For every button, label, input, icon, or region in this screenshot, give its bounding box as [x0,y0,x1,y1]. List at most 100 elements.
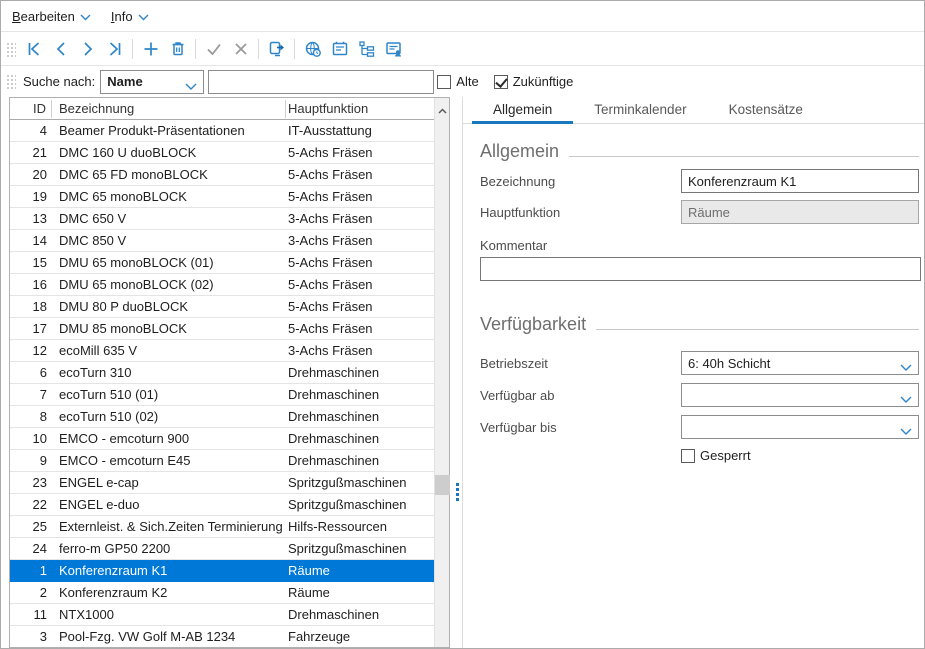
toolbar-separator [132,39,133,59]
toolbar-separator [258,39,259,59]
EMCO - emcoturn E45[interactable]: 9 EMCO - emcoturn E45 Drehmaschinen [10,450,434,472]
menu-bearbeiten[interactable]: Bearbeiten [12,9,91,24]
betriebszeit-select[interactable]: 6: 40h Schicht [681,351,919,375]
hauptfunktion-input [681,200,919,224]
column-header-bezeichnung[interactable]: Bezeichnung [52,100,286,118]
add-button[interactable] [137,36,164,63]
toolbar-grip[interactable] [5,41,16,58]
chevron-down-icon [138,9,149,24]
section-allgemein-heading: Allgemein [480,138,919,162]
next-record-button[interactable] [74,36,101,63]
scrollbar-thumb[interactable] [435,475,450,495]
tab-terminkalender[interactable]: Terminkalender [573,97,707,124]
DMU 80 P duoBLOCK[interactable]: 18 DMU 80 P duoBLOCK 5-Achs Fräsen [10,296,434,318]
resource-table: ID Bezeichnung Hauptfunktion 4 Beamer Pr… [9,97,450,648]
splitter-handle-icon [456,483,459,501]
alte-checkbox-label[interactable]: Alte [456,74,478,89]
kommentar-input[interactable] [480,257,921,281]
kommentar-label: Kommentar [480,238,919,253]
gesperrt-row: Gesperrt [480,448,919,463]
ENGEL e-duo[interactable]: 22 ENGEL e-duo Spritzgußmaschinen [10,494,434,516]
search-label: Suche nach: [23,74,95,89]
delete-button[interactable] [164,36,191,63]
tree-view-icon [357,39,377,59]
tab-kostensaetze[interactable]: Kostensätze [708,97,824,124]
tree-view-button[interactable] [353,36,380,63]
bezeichnung-input[interactable] [681,169,919,193]
copy-transfer-button[interactable] [263,36,290,63]
chevron-down-icon [900,360,912,375]
alte-checkbox[interactable] [437,75,451,89]
DMC 850 V[interactable]: 14 DMC 850 V 3-Achs Fräsen [10,230,434,252]
add-icon [141,39,161,59]
last-record-button[interactable] [101,36,128,63]
column-header-id[interactable]: ID [10,100,52,118]
toolbar-separator [294,39,295,59]
first-record-button[interactable] [20,36,47,63]
ferro-m GP50 2200[interactable]: 24 ferro-m GP50 2200 Spritzgußmaschinen [10,538,434,560]
zukuenftige-checkbox-label[interactable]: Zukünftige [513,74,574,89]
check-icon [204,39,224,59]
search-input[interactable] [208,70,434,94]
toolbar-separator [195,39,196,59]
tab-allgemein[interactable]: Allgemein [472,97,573,124]
betriebszeit-row: Betriebszeit 6: 40h Schicht [480,351,919,375]
scroll-up-icon[interactable] [438,102,447,117]
DMU 65 monoBLOCK (02)[interactable]: 16 DMU 65 monoBLOCK (02) 5-Achs Fräsen [10,274,434,296]
cancel-button[interactable] [227,36,254,63]
gesperrt-label[interactable]: Gesperrt [700,448,751,463]
search-field-selector-value: Name [107,74,142,89]
table-body: 4 Beamer Produkt-Präsentationen IT-Ausst… [10,120,434,647]
DMC 160 U duoBLOCK[interactable]: 21 DMC 160 U duoBLOCK 5-Achs Fräsen [10,142,434,164]
Beamer Produkt-Präsentationen[interactable]: 4 Beamer Produkt-Präsentationen IT-Ausst… [10,120,434,142]
chevron-down-icon [900,392,912,407]
panel-splitter[interactable] [453,97,461,648]
trash-icon [168,39,188,59]
EMCO - emcoturn 900[interactable]: 10 EMCO - emcoturn 900 Drehmaschinen [10,428,434,450]
verfuegbar-bis-select[interactable] [681,415,919,439]
form-search-button[interactable] [380,36,407,63]
NTX1000[interactable]: 11 NTX1000 Drehmaschinen [10,604,434,626]
chevron-down-icon [185,79,197,94]
detail-panel: AllgemeinTerminkalenderKostensätze Allge… [462,97,924,648]
betriebszeit-value: 6: 40h Schicht [688,356,770,371]
column-header-hauptfunktion[interactable]: Hauptfunktion [286,101,449,116]
section-rule [569,156,919,157]
Pool-Fzg. VW Golf M-AB 1234[interactable]: 3 Pool-Fzg. VW Golf M-AB 1234 Fahrzeuge [10,626,434,647]
DMC 65 monoBLOCK[interactable]: 19 DMC 65 monoBLOCK 5-Achs Fräsen [10,186,434,208]
DMU 85 monoBLOCK[interactable]: 17 DMU 85 monoBLOCK 5-Achs Fräsen [10,318,434,340]
search-field-selector[interactable]: Name [100,70,204,94]
ecoTurn 510 (02)[interactable]: 8 ecoTurn 510 (02) Drehmaschinen [10,406,434,428]
Konferenzraum K1[interactable]: 1 Konferenzraum K1 Räume [10,560,434,582]
verfuegbar-bis-label: Verfügbar bis [480,420,681,435]
DMU 65 monoBLOCK (01)[interactable]: 15 DMU 65 monoBLOCK (01) 5-Achs Fräsen [10,252,434,274]
ecoTurn 510 (01)[interactable]: 7 ecoTurn 510 (01) Drehmaschinen [10,384,434,406]
calendar-button[interactable] [326,36,353,63]
menu-bar: Bearbeiten Info [1,1,924,32]
table-scrollbar[interactable] [434,98,449,647]
zukuenftige-checkbox[interactable] [494,75,508,89]
table-header: ID Bezeichnung Hauptfunktion [10,98,449,120]
chevron-down-icon [80,9,91,24]
last-record-icon [105,39,125,59]
previous-record-button[interactable] [47,36,74,63]
ecoTurn 310[interactable]: 6 ecoTurn 310 Drehmaschinen [10,362,434,384]
ENGEL e-cap[interactable]: 23 ENGEL e-cap Spritzgußmaschinen [10,472,434,494]
DMC 650 V[interactable]: 13 DMC 650 V 3-Achs Fräsen [10,208,434,230]
searchbar-grip[interactable] [5,73,16,90]
Externleist. & Sich.Zeiten Terminierung[interactable]: 25 Externleist. & Sich.Zeiten Terminieru… [10,516,434,538]
DMC 65 FD monoBLOCK[interactable]: 20 DMC 65 FD monoBLOCK 5-Achs Fräsen [10,164,434,186]
confirm-button[interactable] [200,36,227,63]
Konferenzraum K2[interactable]: 2 Konferenzraum K2 Räume [10,582,434,604]
menu-info[interactable]: Info [111,9,149,24]
hauptfunktion-row: Hauptfunktion [480,200,919,224]
gesperrt-checkbox[interactable] [681,449,695,463]
world-clock-button[interactable] [299,36,326,63]
verfuegbar-ab-select[interactable] [681,383,919,407]
x-icon [231,39,251,59]
app-window: Bearbeiten Info Suche nach: Name [0,0,925,649]
previous-record-icon [51,39,71,59]
ecoMill 635 V[interactable]: 12 ecoMill 635 V 3-Achs Fräsen [10,340,434,362]
world-clock-icon [303,39,323,59]
first-record-icon [24,39,44,59]
